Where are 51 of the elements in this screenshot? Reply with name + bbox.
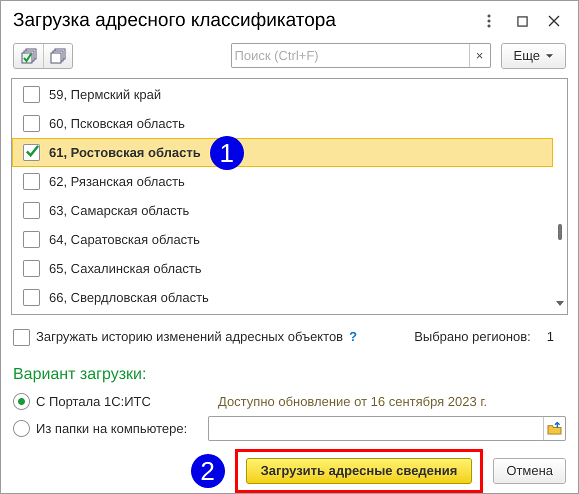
radio-label: С Портала 1С:ИТС [36, 392, 152, 411]
radio-button[interactable] [13, 420, 30, 437]
checkbox[interactable] [23, 260, 40, 278]
checkbox[interactable] [23, 86, 40, 104]
check-all-icon [20, 48, 36, 64]
checkbox[interactable] [23, 173, 40, 190]
caret-icon [546, 54, 553, 58]
more-icon[interactable] [487, 14, 491, 28]
region-label: 63, Самарская область [49, 202, 190, 220]
folder-path-field[interactable] [208, 416, 566, 441]
list-row[interactable]: 60, Псковская область [12, 109, 553, 138]
list-row[interactable]: 65, Сахалинская область [12, 254, 553, 284]
list-row[interactable]: 63, Самарская область [12, 196, 553, 226]
checkbox[interactable] [23, 202, 40, 220]
selected-count-label: Выбрано регионов: [414, 328, 531, 346]
window-title: Загрузка адресного классификатора [13, 8, 337, 33]
clear-search-button[interactable]: × [468, 44, 490, 68]
update-note: Доступно обновление от 16 сентября 2023 г. [218, 392, 488, 411]
section-title: Вариант загрузки: [12, 364, 148, 385]
region-label: 65, Сахалинская область [49, 260, 202, 278]
list-row[interactable]: 62, Рязанская область [12, 167, 553, 196]
region-label: 64, Саратовская область [49, 231, 200, 250]
radio-label: Из папки на компьютере: [36, 420, 188, 438]
list-row[interactable]: 61, Ростовская область 1 [12, 138, 553, 168]
radio-button[interactable] [13, 392, 30, 410]
region-label: 66, Свердловская область [49, 289, 209, 308]
uncheck-all-icon [50, 48, 66, 64]
search-field[interactable]: Поиск (Ctrl+F) × [230, 43, 491, 68]
checkbox[interactable] [23, 144, 40, 162]
checkbox[interactable] [23, 231, 40, 248]
list-row[interactable]: 59, Пермский край [12, 80, 553, 110]
checkbox[interactable] [13, 328, 30, 346]
selected-count-value: 1 [546, 328, 554, 346]
region-label: 59, Пермский край [49, 86, 162, 104]
cancel-button[interactable]: Отмена [493, 458, 566, 484]
checkbox[interactable] [23, 289, 40, 306]
more-button[interactable]: Еще [500, 42, 566, 69]
callout-badge: 1 [210, 136, 244, 170]
callout-badge: 2 [190, 454, 225, 488]
region-label: 61, Ростовская область [49, 144, 201, 162]
load-button[interactable]: Загрузить адресные сведения [246, 458, 472, 484]
folder-icon [547, 422, 562, 435]
help-link[interactable]: ? [349, 327, 358, 347]
region-label: 60, Псковская область [49, 115, 185, 134]
history-label: Загружать историю изменений адресных объектов [36, 328, 344, 346]
checkbox[interactable] [23, 115, 40, 132]
close-icon[interactable] [548, 15, 560, 28]
list-row[interactable]: 64, Саратовская область [12, 225, 553, 254]
list-row[interactable]: 66, Свердловская область [12, 283, 553, 312]
region-label: 62, Рязанская область [49, 173, 185, 192]
maximize-icon[interactable] [517, 16, 528, 27]
